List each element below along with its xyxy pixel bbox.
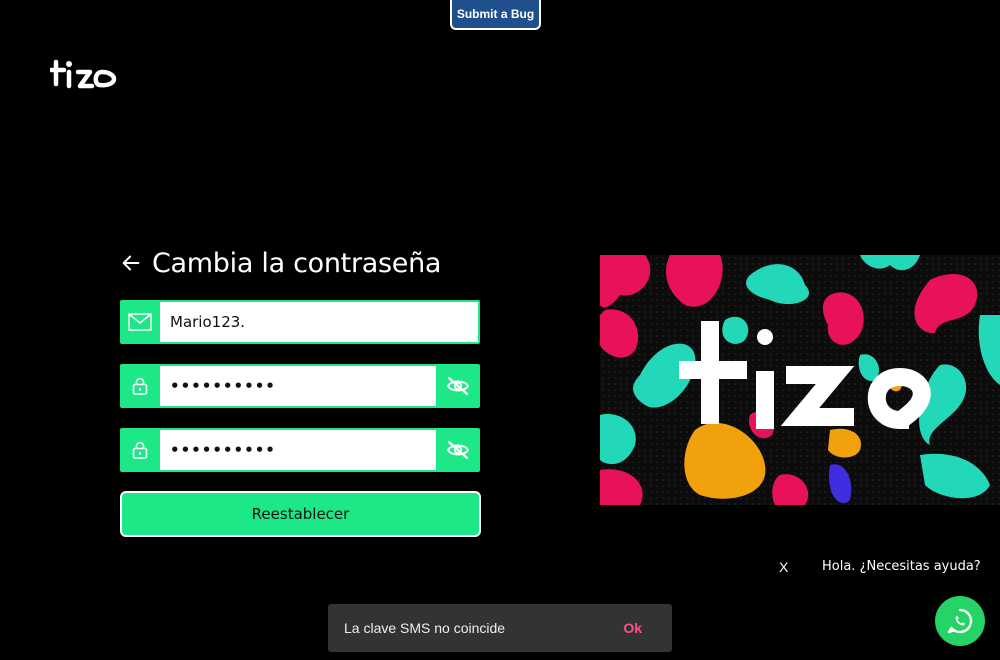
password-input[interactable]: •••••••••• bbox=[160, 366, 436, 406]
tizo-logo[interactable] bbox=[48, 58, 118, 92]
username-field: Mario123. bbox=[120, 300, 480, 344]
reset-button[interactable]: Reestablecer bbox=[120, 491, 481, 537]
snackbar-ok-button[interactable]: Ok bbox=[623, 620, 642, 636]
back-arrow-icon[interactable] bbox=[120, 252, 142, 274]
chat-help-text[interactable]: Hola. ¿Necesitas ayuda? bbox=[822, 559, 981, 574]
whatsapp-icon[interactable] bbox=[935, 596, 985, 646]
lock-icon bbox=[120, 428, 160, 472]
eye-slash-icon[interactable] bbox=[436, 428, 480, 472]
page-title: Cambia la contraseña bbox=[152, 247, 442, 279]
submit-bug-button[interactable]: Submit a Bug bbox=[450, 0, 541, 30]
lock-icon bbox=[120, 364, 160, 408]
snackbar: La clave SMS no coincide Ok bbox=[328, 604, 672, 652]
username-input[interactable]: Mario123. bbox=[160, 302, 478, 342]
eye-slash-icon[interactable] bbox=[436, 364, 480, 408]
brand-illustration bbox=[600, 255, 1000, 505]
password-field: •••••••••• bbox=[120, 364, 480, 408]
chat-close-button[interactable]: X bbox=[779, 559, 788, 575]
change-password-form: Cambia la contraseña Mario123. •••••••••… bbox=[120, 244, 481, 537]
confirm-password-field: •••••••••• bbox=[120, 428, 480, 472]
envelope-icon bbox=[120, 300, 160, 344]
confirm-password-input[interactable]: •••••••••• bbox=[160, 430, 436, 470]
snackbar-message: La clave SMS no coincide bbox=[344, 620, 506, 636]
